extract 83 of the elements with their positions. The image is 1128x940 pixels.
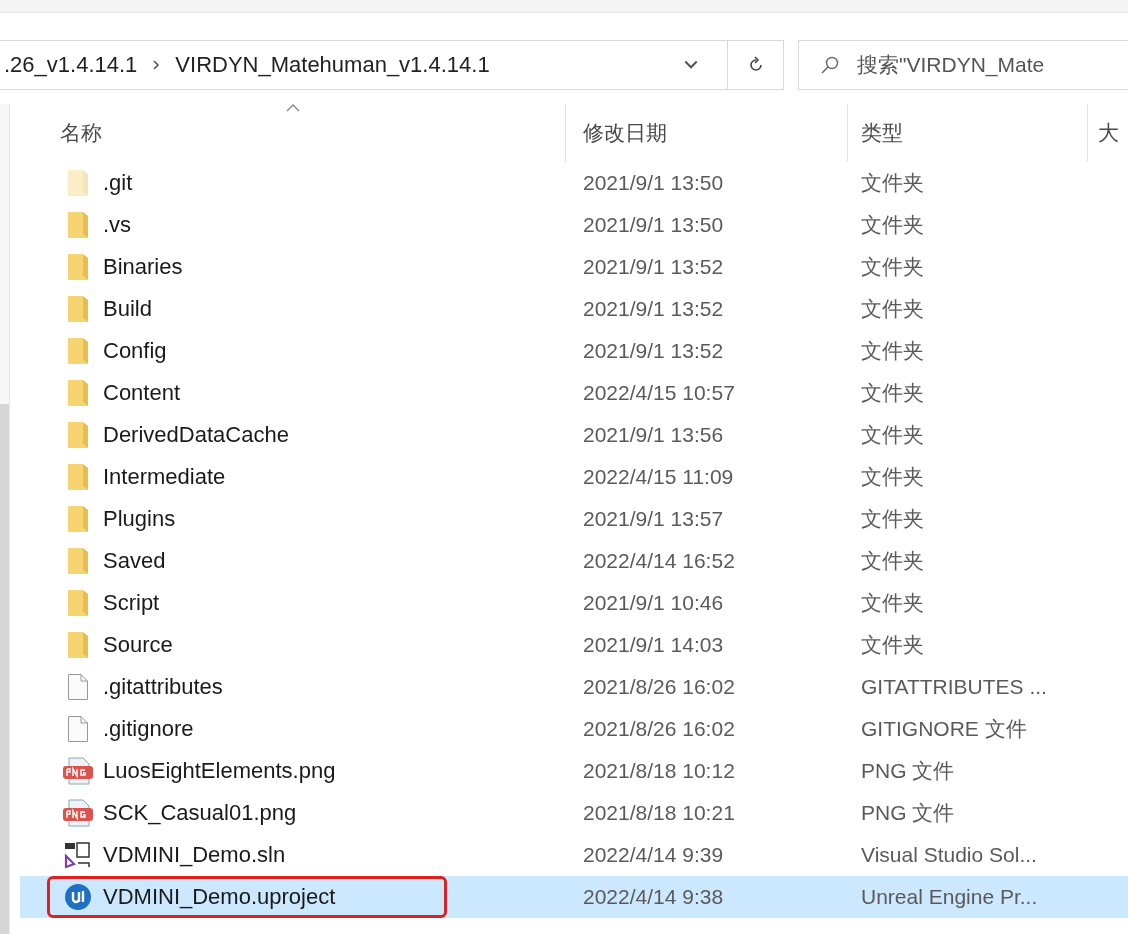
modified-date: 2021/9/1 13:50 (582, 213, 725, 237)
file-name: Source (103, 632, 173, 658)
file-name: Binaries (103, 254, 183, 280)
modified-date: 2021/9/1 13:52 (582, 339, 725, 363)
file-type: PNG 文件 (860, 758, 955, 784)
chevron-right-icon[interactable] (151, 60, 162, 70)
modified-date: 2022/4/15 11:09 (582, 465, 735, 489)
chevron-down-icon[interactable] (683, 59, 699, 71)
file-type: GITATTRIBUTES ... (860, 675, 1047, 699)
file-row[interactable]: VDMINI_Demo.uproject 2022/4/14 9:38 Unreal Engine Pr... (20, 876, 1128, 918)
file-row[interactable]: Script 2021/9/1 10:46 文件夹 (20, 582, 1128, 624)
column-header[interactable]: 大 (1088, 104, 1128, 162)
file-type: 文件夹 (860, 296, 924, 322)
breadcrumb[interactable]: VIRDYN_Matehuman_v1.4.14.1 (175, 52, 490, 78)
file-type: 文件夹 (860, 212, 924, 238)
file-name: Config (103, 338, 167, 364)
file-name: Saved (103, 548, 166, 574)
file-row[interactable]: DerivedDataCache 2021/9/1 13:56 文件夹 (20, 414, 1128, 456)
column-header[interactable]: 类型 (848, 104, 1088, 162)
file-row[interactable]: Plugins 2021/9/1 13:57 文件夹 (20, 498, 1128, 540)
file-name: .vs (103, 212, 132, 238)
file-type: 文件夹 (860, 548, 924, 574)
file-type: Unreal Engine Pr... (860, 885, 1038, 909)
file-row[interactable]: Intermediate 2022/4/15 11:09 文件夹 (20, 456, 1128, 498)
file-name: Script (103, 590, 160, 616)
file-name: Plugins (103, 506, 176, 532)
search-icon (820, 55, 840, 75)
file-row[interactable]: VDMINI_Demo.sln 2022/4/14 9:39 Visual Studio Sol... (20, 834, 1128, 876)
file-row[interactable]: SCK_Casual01.png 2021/8/18 10:21 PNG 文件 (20, 792, 1128, 834)
file-type: 文件夹 (860, 464, 924, 490)
file-type: 文件夹 (860, 380, 924, 406)
modified-date: 2021/8/18 10:12 (582, 759, 736, 783)
file-row[interactable]: Content 2022/4/15 10:57 文件夹 (20, 372, 1128, 414)
address-bar[interactable]: .26_v1.4.14.1 VIRDYN_Matehuman_v1.4.14.1 (0, 40, 784, 90)
modified-date: 2021/8/26 16:02 (582, 675, 736, 699)
modified-date: 2021/9/1 13:50 (582, 171, 725, 195)
search-field[interactable]: 搜索"VIRDYN_Mate (798, 40, 1128, 90)
file-type: 文件夹 (860, 590, 924, 616)
modified-date: 2021/9/1 13:56 (582, 423, 725, 447)
modified-date: 2021/8/26 16:02 (582, 717, 736, 741)
file-type: Visual Studio Sol... (860, 843, 1037, 867)
file-row[interactable]: Config 2021/9/1 13:52 文件夹 (20, 330, 1128, 372)
modified-date: 2021/9/1 13:52 (582, 255, 725, 279)
file-name: .git (103, 170, 133, 196)
file-row[interactable]: .vs 2021/9/1 13:50 文件夹 (20, 204, 1128, 246)
file-row[interactable]: Build 2021/9/1 13:52 文件夹 (20, 288, 1128, 330)
file-type: 文件夹 (860, 170, 924, 196)
file-name: .gitignore (103, 716, 194, 742)
file-row[interactable]: .gitignore 2021/8/26 16:02 GITIGNORE 文件 (20, 708, 1128, 750)
file-name: VDMINI_Demo.sln (103, 842, 286, 868)
file-name: DerivedDataCache (103, 422, 289, 448)
file-type: 文件夹 (860, 632, 924, 658)
file-type: PNG 文件 (860, 800, 955, 826)
modified-date: 2021/8/18 10:21 (582, 801, 736, 825)
modified-date: 2022/4/14 9:38 (582, 885, 725, 909)
file-type: 文件夹 (860, 338, 924, 364)
modified-date: 2021/9/1 13:57 (582, 507, 725, 531)
file-type: 文件夹 (860, 422, 924, 448)
modified-date: 2022/4/14 9:39 (582, 843, 725, 867)
modified-date: 2022/4/14 16:52 (582, 549, 736, 573)
file-name: LuosEightElements.png (103, 758, 336, 784)
file-type: 文件夹 (860, 254, 924, 280)
file-name: Build (103, 296, 152, 322)
file-name: SCK_Casual01.png (103, 800, 297, 826)
modified-date: 2021/9/1 13:52 (582, 297, 725, 321)
file-row[interactable]: .git 2021/9/1 13:50 文件夹 (20, 162, 1128, 204)
modified-date: 2021/9/1 10:46 (582, 591, 725, 615)
file-row[interactable]: LuosEightElements.png 2021/8/18 10:12 PNG 文件 (20, 750, 1128, 792)
file-row[interactable]: Source 2021/9/1 14:03 文件夹 (20, 624, 1128, 666)
file-name: Intermediate (103, 464, 226, 490)
file-type: GITIGNORE 文件 (860, 716, 1027, 742)
breadcrumb[interactable]: .26_v1.4.14.1 (4, 52, 138, 78)
column-header[interactable]: 名称 (20, 104, 566, 162)
file-name: VDMINI_Demo.uproject (103, 884, 336, 910)
file-row[interactable]: .gitattributes 2021/8/26 16:02 GITATTRIBUTES ... (20, 666, 1128, 708)
file-name: .gitattributes (103, 674, 223, 700)
file-type: 文件夹 (860, 506, 924, 532)
column-header[interactable]: 修改日期 (566, 104, 848, 162)
file-row[interactable]: Saved 2022/4/14 16:52 文件夹 (20, 540, 1128, 582)
modified-date: 2022/4/15 10:57 (582, 381, 736, 405)
file-row[interactable]: Binaries 2021/9/1 13:52 文件夹 (20, 246, 1128, 288)
file-name: Content (103, 380, 181, 406)
modified-date: 2021/9/1 14:03 (582, 633, 725, 657)
